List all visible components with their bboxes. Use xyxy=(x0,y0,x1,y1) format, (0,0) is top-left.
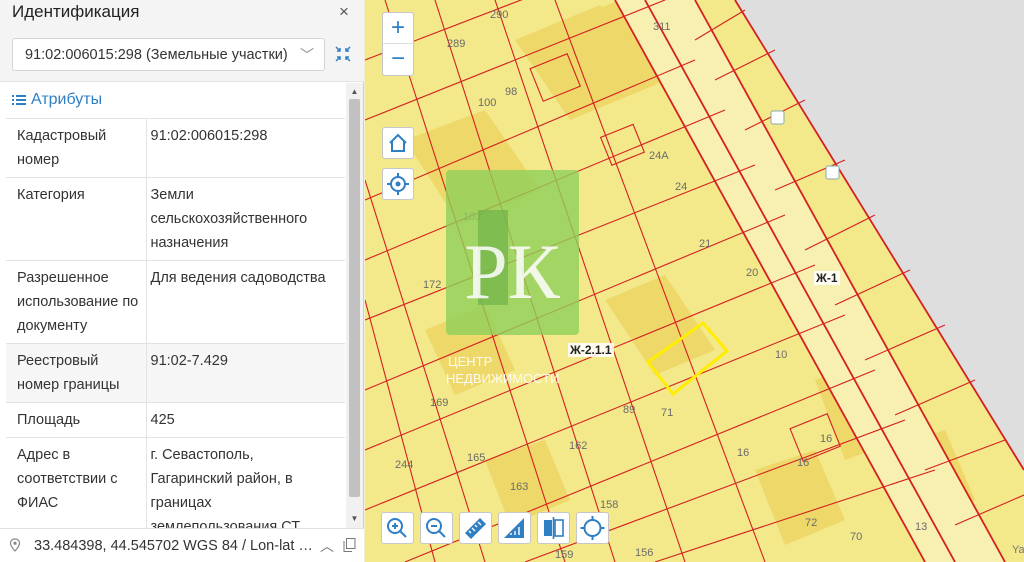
magnifier-minus-icon xyxy=(426,518,446,538)
identify-point-button[interactable] xyxy=(576,512,609,544)
attribute-value: 91:02:006015:298 xyxy=(145,118,345,178)
attribute-key: Кадастровый номер xyxy=(6,118,146,178)
zone-label: Ж-2.1.1 xyxy=(568,343,614,357)
table-row: Категория Земли сельскохозяйственного на… xyxy=(6,177,345,261)
magnifier-plus-icon xyxy=(387,518,407,538)
chevron-up-icon[interactable]: ︿ xyxy=(320,536,334,554)
parcel-number: 16 xyxy=(820,433,832,445)
target-icon xyxy=(580,516,605,540)
copy-icon[interactable] xyxy=(343,538,356,552)
attributes-scrollbar[interactable]: ▲ ▼ xyxy=(346,83,363,528)
zoom-in-button[interactable]: + xyxy=(383,13,413,44)
attribute-value: Земли сельскохозяйственного назначения xyxy=(145,177,345,261)
table-row: Площадь 425 xyxy=(6,402,345,438)
object-select-bar: 91:02:006015:298 (Земельные участки) ﹀ xyxy=(0,26,364,82)
coordinates-bar: 33.484398, 44.545702 WGS 84 / Lon-lat (E… xyxy=(0,528,364,562)
attributes-table: Кадастровый номер 91:02:006015:298 Катег… xyxy=(6,118,345,528)
measure-length-button[interactable] xyxy=(459,512,492,544)
parcel-number: 24 xyxy=(675,181,687,193)
compare-button[interactable] xyxy=(537,512,570,544)
location-pin-icon xyxy=(9,538,21,552)
parcel-number: 16 xyxy=(737,447,749,459)
home-button[interactable] xyxy=(382,127,414,159)
zoom-in-tool-button[interactable] xyxy=(381,512,414,544)
parcel-number: 244 xyxy=(395,459,413,471)
parcel-number: 21 xyxy=(699,238,711,250)
list-icon xyxy=(12,95,26,105)
zone-label: Ж-1 xyxy=(814,271,840,285)
coordinates-readout: 33.484398, 44.545702 WGS 84 / Lon-lat (E… xyxy=(34,538,316,554)
home-icon xyxy=(389,133,407,152)
attribute-value: 91:02-7.429 xyxy=(145,343,345,403)
attribute-key: Категория xyxy=(6,177,146,261)
watermark-logo: РК xyxy=(446,170,579,335)
scroll-up-arrow-icon[interactable]: ▲ xyxy=(349,86,360,97)
scrollbar-thumb[interactable] xyxy=(349,99,360,497)
parcel-number: 98 xyxy=(505,86,517,98)
parcel-number: 162 xyxy=(569,440,587,452)
parcel-number: 165 xyxy=(467,452,485,464)
attributes-table-container: Кадастровый номер 91:02:006015:298 Катег… xyxy=(0,118,346,528)
watermark-letters: РК xyxy=(464,228,560,315)
cadastral-map[interactable]: 290 289 311 98 100 24А 24 103 21 172 20 … xyxy=(365,0,1024,562)
attribute-key: Площадь xyxy=(6,402,146,438)
parcel-number: 89 xyxy=(623,404,635,416)
ruler-icon xyxy=(465,518,486,539)
attribute-key: Реестровый номер границы xyxy=(6,343,146,403)
panel-header: Идентификация × xyxy=(0,0,364,26)
parcel-number: 163 xyxy=(510,481,528,493)
panel-title: Идентификация xyxy=(12,2,140,21)
attribute-key: Адрес в соответствии с ФИАС xyxy=(6,437,146,528)
collapse-icon[interactable] xyxy=(335,46,351,62)
locate-button[interactable] xyxy=(382,168,414,200)
parcel-number: 156 xyxy=(635,547,653,559)
parcel-number: 70 xyxy=(850,531,862,543)
zoom-out-button[interactable]: − xyxy=(383,44,413,75)
compare-icon xyxy=(544,517,564,539)
attribute-value: Для ведения садоводства xyxy=(145,260,345,344)
parcel-number: 71 xyxy=(661,407,673,419)
table-row: Адрес в соответствии с ФИАС г. Севастопо… xyxy=(6,437,345,528)
attribute-value: 425 xyxy=(145,402,345,438)
object-select[interactable]: 91:02:006015:298 (Земельные участки) ﹀ xyxy=(12,38,325,71)
zoom-control: + − xyxy=(382,12,414,76)
parcel-number: 72 xyxy=(805,517,817,529)
watermark-caption: НЕДВИЖИМОСТИ xyxy=(446,371,559,386)
parcel-number: 16 xyxy=(797,457,809,469)
chevron-down-icon: ﹀ xyxy=(300,47,314,63)
watermark-caption: ЦЕНТР xyxy=(448,354,492,369)
attributes-section-toggle[interactable]: Атрибуты xyxy=(12,89,102,111)
table-row: Реестровый номер границы 91:02-7.429 xyxy=(6,343,345,403)
map-canvas[interactable]: 290 289 311 98 100 24А 24 103 21 172 20 … xyxy=(365,0,1024,562)
parcel-number: 13 xyxy=(915,521,927,533)
close-icon[interactable]: × xyxy=(334,1,354,23)
parcel-number: 290 xyxy=(490,9,508,21)
parcel-number: 169 xyxy=(430,397,448,409)
scroll-down-arrow-icon[interactable]: ▼ xyxy=(349,513,360,524)
parcel-number: 20 xyxy=(746,267,758,279)
parcel-number: 100 xyxy=(478,97,496,109)
crosshair-icon xyxy=(387,173,409,195)
attribute-key: Разрешенное использование по документу xyxy=(6,260,146,344)
measure-area-button[interactable] xyxy=(498,512,531,544)
table-row: Разрешенное использование по документу Д… xyxy=(6,260,345,344)
parcel-number: 159 xyxy=(555,549,573,561)
parcel-number: 10 xyxy=(775,349,787,361)
parcel-number: 24А xyxy=(649,150,669,162)
attribute-value: г. Севастополь, Гагаринский район, в гра… xyxy=(145,437,345,528)
map-attribution: Ya xyxy=(1012,544,1024,556)
object-select-value: 91:02:006015:298 (Земельные участки) xyxy=(25,47,288,63)
parcel-number: 172 xyxy=(423,279,441,291)
parcel-number: 311 xyxy=(653,21,671,33)
attributes-section-title: Атрибуты xyxy=(31,91,103,108)
parcel-number: 158 xyxy=(600,499,618,511)
table-row: Кадастровый номер 91:02:006015:298 xyxy=(6,118,345,178)
parcel-number: 289 xyxy=(447,38,465,50)
zoom-out-tool-button[interactable] xyxy=(420,512,453,544)
area-ruler-icon xyxy=(504,518,524,538)
identification-panel: Идентификация × 91:02:006015:298 (Земель… xyxy=(0,0,364,562)
